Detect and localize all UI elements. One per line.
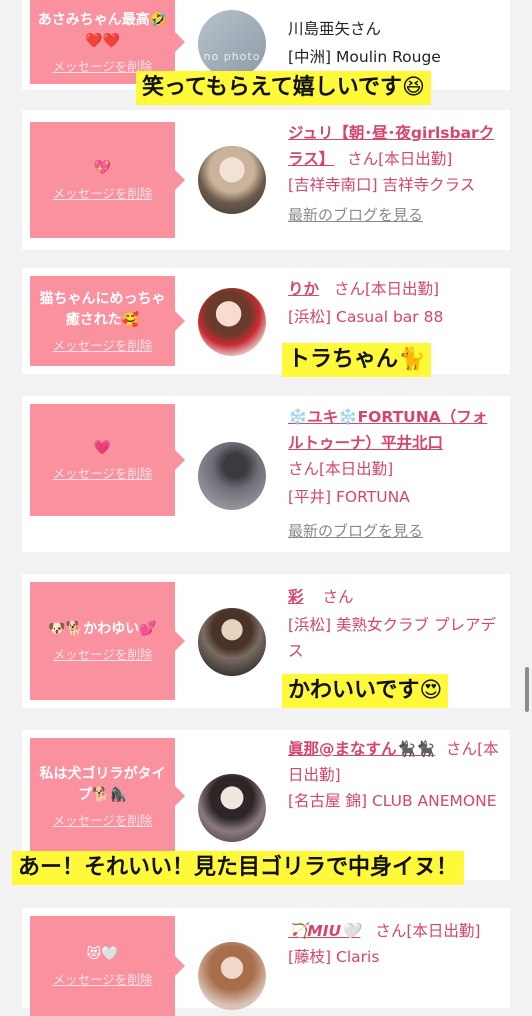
cast-info: 🏹MIU🤍 さん[本日出勤] [藤枝] Claris	[288, 918, 500, 970]
delete-message-link[interactable]: メッセージを削除	[53, 183, 153, 202]
cast-name-link[interactable]: 彩	[288, 588, 304, 606]
cast-info: 彩 さん [浜松] 美熟女クラブ プレアデス	[288, 584, 500, 664]
message-card: 💗 メッセージを削除 ❄️ユキ❄️FORTUNA（フォルトゥーナ）平井北口 さん…	[22, 396, 510, 552]
message-card: 猫ちゃんにめっちゃ癒された🥰 メッセージを削除 りか さん[本日出勤] [浜松]…	[22, 268, 510, 374]
avatar[interactable]	[198, 942, 266, 1010]
delete-message-link[interactable]: メッセージを削除	[53, 969, 153, 988]
caption-overlay: 笑ってもらえて嬉しいです😆	[136, 71, 431, 105]
cast-area: [浜松] Casual bar 88	[288, 308, 444, 326]
message-text: あさみちゃん最高🤣❤️❤️	[37, 11, 168, 49]
cast-info: りか さん[本日出勤] [浜松] Casual bar 88	[288, 276, 500, 330]
cast-area: [中洲] Moulin Rouge	[288, 48, 441, 66]
message-text: 猫ちゃんにめっちゃ癒された🥰	[39, 290, 166, 328]
honorific: さん	[322, 588, 354, 606]
caption-overlay: トラちゃん🐈	[282, 343, 432, 377]
cast-name-link[interactable]: 🏹MIU🤍	[288, 922, 360, 940]
caption-overlay: かわいいです😍	[282, 674, 449, 708]
work-status: [本日出勤]	[364, 280, 440, 298]
message-bubble: 猫ちゃんにめっちゃ癒された🥰 メッセージを削除	[30, 276, 185, 366]
cast-area: [浜松] 美熟女クラブ プレアデス	[288, 616, 496, 660]
cast-info: ジュリ【朝･昼･夜girlsbarクラス】 さん[本日出勤] [吉祥寺南口] 吉…	[288, 120, 500, 228]
honorific: さん	[347, 150, 379, 168]
cast-name-link[interactable]: りか	[288, 280, 319, 298]
avatar[interactable]	[198, 774, 266, 842]
cast-info: ❄️ユキ❄️FORTUNA（フォルトゥーナ）平井北口 さん[本日出勤] [平井]…	[288, 404, 500, 544]
honorific: さん	[375, 922, 407, 940]
message-text: 🐶🐕かわゆい💕	[48, 621, 157, 637]
avatar[interactable]: no photo	[198, 10, 266, 78]
work-status: [本日出勤]	[319, 460, 394, 478]
avatar[interactable]	[198, 608, 266, 676]
message-bubble: 💖 メッセージを削除	[30, 122, 185, 238]
honorific: さん	[333, 280, 365, 298]
latest-blog-link[interactable]: 最新のブログを見る	[288, 518, 500, 544]
cast-name: 川島亜矢さん	[288, 20, 382, 38]
latest-blog-link[interactable]: 最新のブログを見る	[288, 202, 500, 228]
cast-area: [吉祥寺南口] 吉祥寺クラス	[288, 176, 476, 194]
cast-info: 川島亜矢さん [中洲] Moulin Rouge	[288, 16, 500, 70]
message-bubble: 😻🤍 メッセージを削除	[30, 916, 185, 1016]
message-bubble: 💗 メッセージを削除	[30, 404, 185, 516]
message-bubble: 🐶🐕かわゆい💕 メッセージを削除	[30, 582, 185, 700]
message-card: 💖 メッセージを削除 ジュリ【朝･昼･夜girlsbarクラス】 さん[本日出勤…	[22, 110, 510, 250]
avatar[interactable]	[198, 442, 266, 510]
caption-overlay: あー！それいい！見た目ゴリラで中身イヌ！	[12, 851, 465, 885]
cast-name-link[interactable]: ❄️ユキ❄️FORTUNA（フォルトゥーナ）平井北口	[288, 408, 487, 452]
cast-area: [平井] FORTUNA	[288, 488, 410, 506]
message-text: 💖	[93, 160, 112, 176]
honorific: さん	[288, 460, 320, 478]
delete-message-link[interactable]: メッセージを削除	[53, 463, 153, 482]
work-status: [本日出勤]	[378, 150, 453, 168]
delete-message-link[interactable]: メッセージを削除	[53, 810, 153, 829]
avatar-placeholder-text: no photo	[203, 50, 261, 63]
scrollbar-thumb[interactable]	[525, 667, 529, 712]
honorific: さん	[446, 740, 478, 758]
delete-message-link[interactable]: メッセージを削除	[53, 644, 153, 663]
delete-message-link[interactable]: メッセージを削除	[53, 335, 153, 354]
cast-area: [藤枝] Claris	[288, 948, 380, 966]
cast-area: [名古屋 錦] CLUB ANEMONE	[288, 792, 497, 810]
message-card: 😻🤍 メッセージを削除 🏹MIU🤍 さん[本日出勤] [藤枝] Claris	[22, 908, 510, 1016]
cast-name-link[interactable]: 眞那@まなすん🐈‍⬛🐈‍⬛	[288, 740, 435, 758]
work-status: [本日出勤]	[406, 922, 481, 940]
message-text: 私は犬ゴリラがタイプ🐕🦍	[39, 765, 166, 803]
avatar[interactable]	[198, 288, 266, 356]
message-text: 💗	[93, 440, 112, 456]
avatar[interactable]	[198, 146, 266, 214]
cast-info: 眞那@まなすん🐈‍⬛🐈‍⬛ さん[本日出勤] [名古屋 錦] CLUB ANEM…	[288, 736, 500, 814]
message-bubble: 私は犬ゴリラがタイプ🐕🦍 メッセージを削除	[30, 738, 185, 854]
message-text: 😻🤍	[86, 946, 119, 962]
